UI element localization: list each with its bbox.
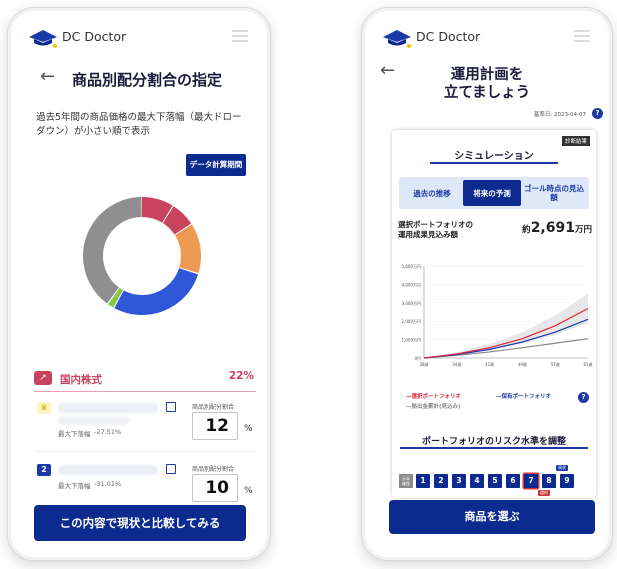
help-icon[interactable]: ? (592, 108, 603, 119)
max-drop-value: -27.51% (94, 428, 122, 436)
projected-amount: 約2,691万円 (522, 220, 592, 236)
risk-level-button[interactable]: 3 (452, 474, 466, 488)
fund-name-blurred-line2 (58, 416, 130, 425)
y-tick-label: 5,000万円 (402, 264, 421, 269)
amount-prefix: 約 (522, 225, 531, 235)
legend-held-portfolio: —保有ポートフォリオ (496, 394, 552, 400)
right-phone-screen: DC Doctor ← 運用計画を 立てましょう 基準日: 2023-04-07… (362, 8, 612, 560)
risk-level-title: ポートフォリオのリスク水準を調整 (421, 437, 566, 447)
max-drop-label: 最大下落幅 (58, 430, 91, 438)
risk-level-button[interactable]: 8 (542, 474, 556, 488)
y-tick-label: 0円 (414, 356, 421, 361)
back-arrow-icon[interactable]: ← (40, 66, 55, 87)
principal-label-line2: 確保 (402, 481, 410, 486)
portfolio-label-line2: 運用成果見込み額 (398, 230, 458, 239)
portfolio-label: 選択ポートフォリオの 運用成果見込み額 (398, 220, 473, 240)
legend-contribution: —拠出金累計(見込み) (406, 404, 461, 410)
base-date: 基準日: 2023-04-07 (533, 112, 586, 118)
allocation-unit: % (244, 424, 253, 434)
y-tick-label: 4,000万円 (402, 282, 421, 287)
legend-selected-portfolio: —選択ポートフォリオ (406, 394, 462, 400)
external-link-icon[interactable] (166, 402, 176, 412)
risk-level-button[interactable]: 2 (434, 474, 448, 488)
hamburger-menu-icon[interactable] (574, 30, 590, 42)
help-icon[interactable]: ? (578, 392, 589, 403)
brand-name: DC Doctor (62, 29, 127, 44)
crown-icon: ♛ (37, 402, 51, 414)
allocation-input[interactable]: 10 (192, 474, 238, 502)
fund-name-blurred[interactable] (58, 403, 158, 413)
dc-doctor-logo-icon (383, 30, 411, 48)
dc-doctor-logo-icon (29, 30, 57, 48)
selected-tag: 選択 (538, 490, 550, 496)
y-tick-label: 1,000万円 (402, 338, 421, 343)
chart-line-icon: ↗ (34, 371, 52, 385)
tab-future[interactable]: 将来の予測 (463, 180, 521, 206)
choose-products-button[interactable]: 商品を選ぶ (389, 500, 595, 534)
category-header: ↗ 国内株式 22% (34, 368, 256, 392)
simulation-title: シミュレーション (454, 151, 534, 162)
x-tick-label: 34歳 (452, 361, 461, 367)
x-tick-label: 49歳 (518, 361, 527, 367)
x-tick-label: 57歳 (551, 361, 560, 367)
left-phone-screen: DC Doctor ← 商品別配分割合の指定 過去5年間の商品価格の最大下落幅（… (8, 8, 270, 560)
compare-button[interactable]: この内容で現状と比較してみる (34, 505, 246, 541)
max-drop-label: 最大下落幅 (58, 482, 91, 490)
risk-level-button[interactable]: 1 (416, 474, 430, 488)
principal-guarantee-box[interactable]: 元本 確保 (399, 474, 413, 488)
simulation-card: 診断結果 シミュレーション 過去の推移 将来の予測 ゴール時点の見込額 選択ポー… (392, 130, 596, 498)
max-drop-value: -31.01% (94, 480, 122, 488)
risk-level-button[interactable]: 7 (524, 474, 538, 488)
category-name: 国内株式 (60, 374, 102, 386)
hamburger-menu-icon[interactable] (232, 30, 248, 42)
app-header: DC Doctor (8, 8, 270, 58)
allocation-label: 商品別配分割合 (192, 466, 235, 473)
simulation-tabs: 過去の推移 将来の予測 ゴール時点の見込額 (399, 177, 589, 209)
fund-row: ♛ 商品別配分割合 最大下落幅 -27.51% 12 % (34, 396, 256, 452)
y-tick-label: 2,000万円 (402, 319, 421, 324)
page-title: 商品別配分割合の指定 (72, 71, 223, 89)
app-header: DC Doctor (362, 8, 612, 58)
risk-level-button[interactable]: 4 (470, 474, 484, 488)
allocation-label: 商品別配分割合 (192, 404, 235, 411)
allocation-unit: % (244, 486, 253, 496)
tab-goal[interactable]: ゴール時点の見込額 (523, 180, 585, 206)
divider (400, 447, 588, 449)
x-tick-label: 65歳 (583, 361, 592, 367)
page-description: 過去5年間の商品価格の最大下落幅（最大ドローダウン）が小さい順で表示 (36, 112, 242, 137)
allocation-input[interactable]: 12 (192, 412, 238, 440)
risk-level-button[interactable]: 9 (560, 474, 574, 488)
projection-line-chart: 0円 1,000万円 2,000万円 3,000万円 4,000万円 5,000万円 28歳… (402, 264, 593, 367)
page-title: 運用計画を 立てましょう (362, 66, 612, 102)
x-tick-label: 28歳 (419, 361, 428, 367)
brand-name: DC Doctor (416, 29, 481, 44)
y-tick-label: 3,000万円 (402, 301, 421, 306)
fund-name-blurred[interactable] (58, 465, 158, 475)
risk-level-button[interactable]: 5 (488, 474, 502, 488)
rank-badge: 2 (37, 464, 51, 476)
amount-value: 2,691 (530, 220, 575, 236)
x-tick-label: 41歳 (485, 361, 494, 367)
category-percent: 22% (228, 370, 254, 382)
diagnosis-badge: 診断結果 (561, 136, 590, 146)
allocation-donut-chart (83, 197, 201, 315)
divider (430, 162, 558, 164)
risk-level-button[interactable]: 6 (506, 474, 520, 488)
confidence-band (424, 293, 588, 358)
title-line-2: 立てましょう (443, 85, 531, 101)
amount-unit: 万円 (574, 225, 592, 235)
current-tag: 現状 (556, 465, 568, 471)
data-period-button[interactable]: データ計算期間 (186, 154, 246, 176)
tab-past[interactable]: 過去の推移 (403, 180, 461, 206)
title-line-1: 運用計画を (450, 67, 524, 83)
external-link-icon[interactable] (166, 464, 176, 474)
portfolio-label-line1: 選択ポートフォリオの (398, 220, 473, 229)
